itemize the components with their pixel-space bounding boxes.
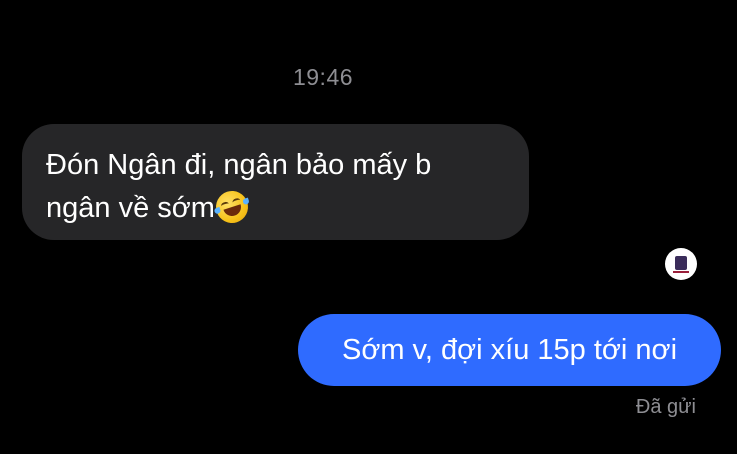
- incoming-message-line-2-wrap: ngân về sớm: [46, 186, 505, 230]
- message-status: Đã gửi: [635, 396, 696, 418]
- message-timestamp: 19:46: [292, 64, 354, 90]
- contact-avatar-icon[interactable]: [665, 248, 697, 280]
- incoming-message-line-1: Đón Ngân đi, ngân bảo mấy b: [46, 149, 432, 181]
- chat-screen: 19:46 Đón Ngân đi, ngân bảo mấy b ngân v…: [0, 0, 737, 454]
- rolling-on-floor-laughing-icon: [211, 186, 253, 228]
- incoming-message-bubble[interactable]: Đón Ngân đi, ngân bảo mấy b ngân về sớm: [22, 124, 529, 240]
- incoming-message-line-2: ngân về sớm: [46, 192, 215, 224]
- outgoing-message-text: Sớm v, đợi xíu 15p tới nơi: [341, 334, 678, 366]
- outgoing-message-bubble[interactable]: Sớm v, đợi xíu 15p tới nơi: [298, 314, 721, 386]
